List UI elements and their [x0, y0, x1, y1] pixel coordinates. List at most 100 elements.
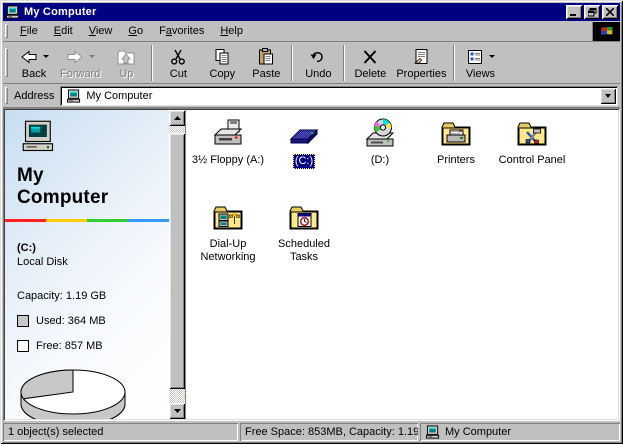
copy-pages-icon [212, 47, 232, 67]
menu-file[interactable]: File [12, 22, 46, 40]
menu-favorites[interactable]: Favorites [151, 22, 212, 40]
address-label: Address [12, 90, 60, 102]
status-bar: 1 object(s) selected Free Space: 853MB, … [3, 421, 620, 441]
views-button[interactable]: Views [458, 44, 502, 82]
close-icon [606, 8, 614, 16]
forward-button[interactable]: Forward [56, 44, 104, 82]
chevron-down-icon [605, 94, 611, 98]
paste-button[interactable]: Paste [244, 44, 288, 82]
address-gripper[interactable] [5, 87, 8, 103]
forward-dropdown-caret[interactable] [89, 55, 95, 58]
forward-arrow-icon [65, 47, 85, 67]
cut-button[interactable]: Cut [156, 44, 200, 82]
floppy-drive-icon [212, 118, 244, 150]
up-button[interactable]: Up [104, 44, 148, 82]
status-location: My Computer [420, 423, 620, 441]
copy-button[interactable]: Copy [200, 44, 244, 82]
capacity-text: Capacity: 1.19 GB [17, 290, 169, 302]
scrollbar-thumb[interactable] [169, 133, 185, 389]
rule-blue [128, 219, 169, 222]
cd-drive-icon [364, 118, 396, 150]
free-legend: Free: 857 MB [17, 340, 169, 352]
toolbar-separator [291, 45, 293, 81]
rule-green [87, 219, 128, 222]
title-bar[interactable]: My Computer [3, 3, 620, 21]
used-text: Used: 364 MB [36, 315, 106, 327]
address-value: My Computer [86, 90, 600, 102]
icon-floppy-a[interactable]: 3½ Floppy (A:) [190, 118, 266, 198]
colored-rule [5, 219, 169, 222]
webview-title-line1: My [17, 165, 169, 187]
toolbar-separator [453, 45, 455, 81]
restore-icon [588, 8, 597, 17]
webview-scrollbar[interactable] [169, 110, 185, 419]
cut-scissors-icon [168, 47, 188, 67]
icon-drive-c[interactable]: (C:) [266, 118, 342, 198]
icon-printers[interactable]: Printers [418, 118, 494, 198]
address-combobox[interactable]: My Computer [60, 86, 618, 106]
webview-panel: My Computer (C:) Local Disk Capacity: 1.… [5, 110, 169, 419]
back-arrow-icon [19, 47, 39, 67]
toolbar-gripper[interactable] [5, 48, 8, 77]
views-dropdown-caret[interactable] [489, 55, 495, 58]
control-panel-folder-icon [516, 118, 548, 150]
menu-view[interactable]: View [81, 22, 121, 40]
minimize-button[interactable] [566, 5, 582, 19]
content-area: My Computer (C:) Local Disk Capacity: 1.… [3, 108, 620, 421]
undo-arrow-icon [308, 47, 328, 67]
free-swatch [17, 340, 29, 352]
selected-item-type: Local Disk [17, 256, 169, 268]
scheduled-tasks-folder-icon [288, 202, 320, 234]
status-free-space: Free Space: 853MB, Capacity: 1.19GB [240, 423, 418, 441]
address-dropdown-button[interactable] [600, 88, 616, 104]
delete-x-icon [360, 47, 380, 67]
icon-drive-d[interactable]: (D:) [342, 118, 418, 198]
windows-flag-icon [600, 25, 614, 37]
rule-red [5, 219, 46, 222]
back-button[interactable]: Back [12, 44, 56, 82]
window-title: My Computer [24, 6, 564, 18]
views-icon [465, 47, 485, 67]
icon-pane[interactable]: 3½ Floppy (A:) (C:) [185, 110, 618, 419]
status-selection: 1 object(s) selected [3, 423, 238, 441]
webview-title-line2: Computer [17, 187, 169, 209]
my-computer-icon [5, 5, 21, 19]
back-dropdown-caret[interactable] [43, 55, 49, 58]
toolbar-separator [343, 45, 345, 81]
free-text: Free: 857 MB [36, 340, 103, 352]
toolbar: Back Forward Up Cut Copy Paste Undo [3, 42, 620, 84]
properties-button[interactable]: Properties [392, 44, 450, 82]
paste-clipboard-icon [256, 47, 276, 67]
scroll-down-button[interactable] [169, 403, 185, 419]
minimize-icon [570, 9, 578, 16]
close-button[interactable] [602, 5, 618, 19]
restore-button[interactable] [584, 5, 600, 19]
scroll-down-arrow-icon [174, 409, 181, 413]
windows-logo-throbber [592, 22, 620, 41]
scroll-up-arrow-icon [174, 116, 181, 120]
undo-button[interactable]: Undo [296, 44, 340, 82]
selected-item-name: (C:) [17, 242, 169, 254]
hard-drive-icon [288, 118, 320, 150]
toolbar-separator [151, 45, 153, 81]
menu-bar: File Edit View Go Favorites Help [3, 21, 620, 42]
menu-go[interactable]: Go [120, 22, 151, 40]
rule-yellow [46, 219, 87, 222]
menu-gripper[interactable] [5, 24, 8, 38]
used-swatch [17, 315, 29, 327]
icon-dialup-networking[interactable]: Dial-Up Networking [190, 202, 266, 282]
scrollbar-track[interactable] [169, 126, 185, 403]
menu-edit[interactable]: Edit [46, 22, 81, 40]
delete-button[interactable]: Delete [348, 44, 392, 82]
address-bar: Address My Computer [3, 84, 620, 108]
icon-control-panel[interactable]: Control Panel [494, 118, 570, 198]
status-location-text: My Computer [445, 426, 511, 438]
my-computer-icon [425, 425, 441, 439]
printers-folder-icon [440, 118, 472, 150]
icon-scheduled-tasks[interactable]: Scheduled Tasks [266, 202, 342, 282]
menu-help[interactable]: Help [212, 22, 251, 40]
disk-usage-pie-chart [15, 364, 133, 419]
scroll-up-button[interactable] [169, 110, 185, 126]
used-legend: Used: 364 MB [17, 315, 169, 327]
my-computer-icon [66, 89, 82, 103]
